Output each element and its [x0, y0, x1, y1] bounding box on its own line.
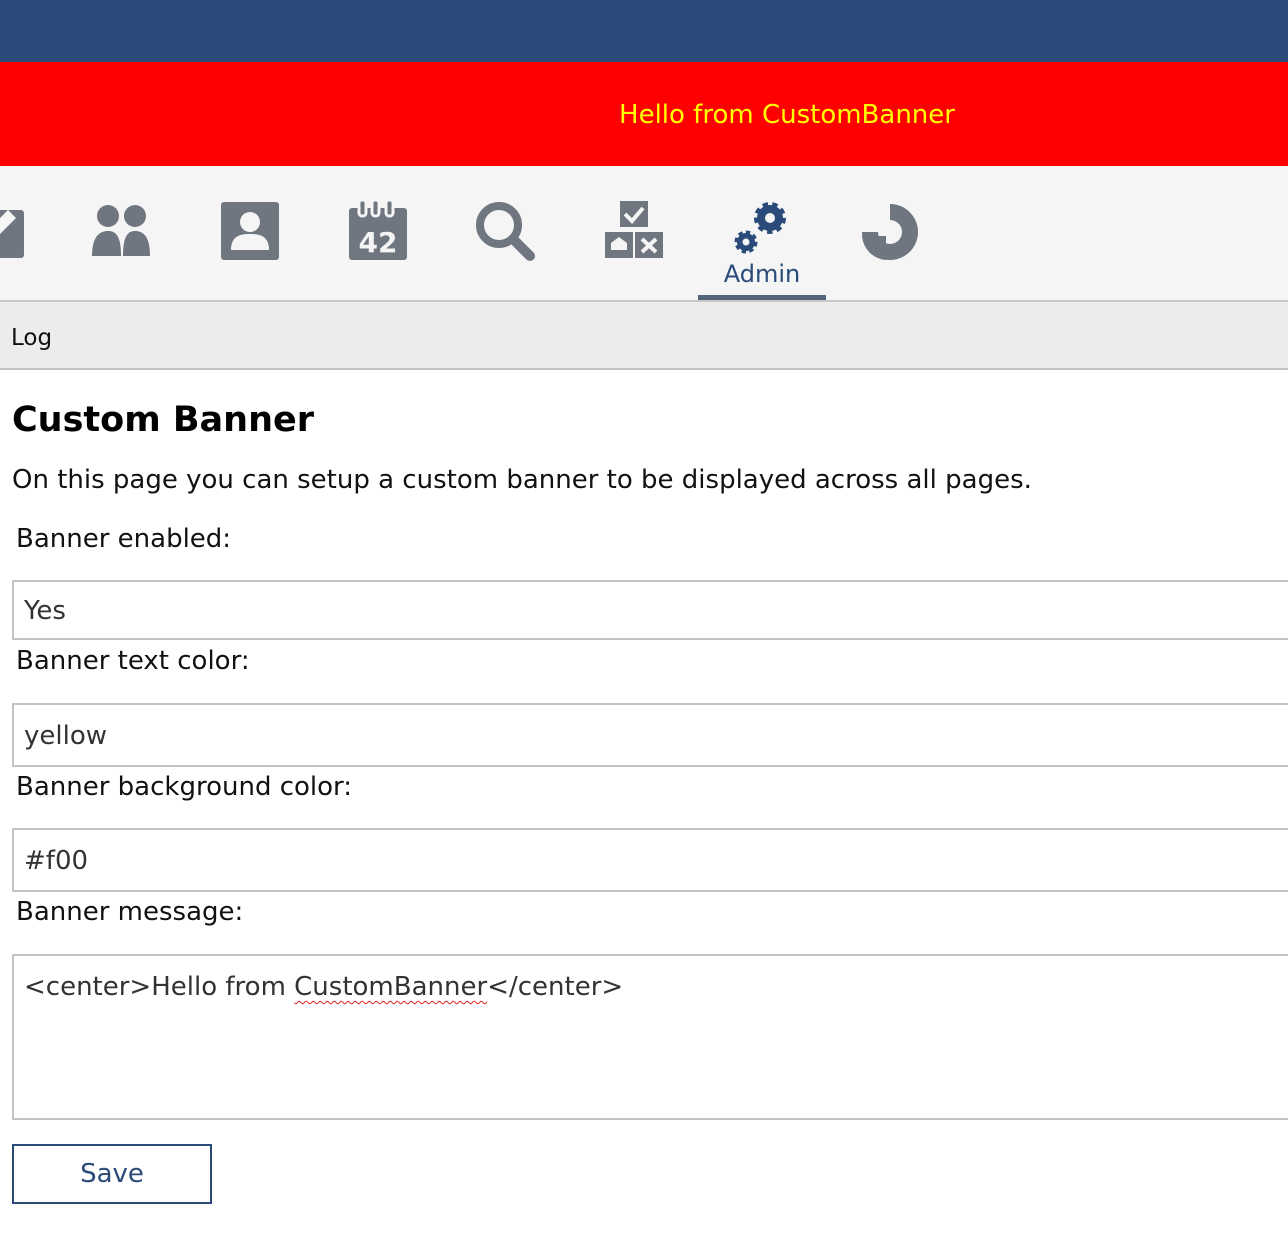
- nav-item-search[interactable]: [442, 166, 570, 300]
- search-icon: [476, 202, 535, 261]
- message-text-end: </center>: [487, 972, 624, 1002]
- custom-banner: Hello from CustomBanner: [0, 62, 1288, 166]
- banner-text-color-label: Banner text color:: [16, 646, 250, 676]
- subnav-item-log[interactable]: Log: [11, 302, 52, 374]
- sub-navigation: Log: [0, 302, 1288, 370]
- save-button[interactable]: Save: [12, 1144, 212, 1204]
- nav-item-users[interactable]: [58, 166, 186, 300]
- nav-item-admin[interactable]: Admin: [698, 166, 826, 300]
- banner-bg-color-label: Banner background color:: [16, 772, 353, 802]
- nav-active-indicator: [698, 295, 826, 300]
- nav-item-tasks[interactable]: [570, 166, 698, 300]
- nav-item-calendar[interactable]: 42: [314, 166, 442, 300]
- svg-text:42: 42: [359, 226, 398, 259]
- nav-label-admin: Admin: [723, 260, 801, 288]
- banner-message-label: Banner message:: [16, 897, 244, 927]
- top-header-bar: [0, 0, 1288, 62]
- edit-icon: [0, 210, 24, 258]
- page-title: Custom Banner: [12, 400, 314, 440]
- banner-text-color-input[interactable]: yellow: [12, 703, 1288, 767]
- misspelled-word: CustomBanner: [294, 972, 488, 1002]
- banner-enabled-label: Banner enabled:: [16, 524, 232, 554]
- banner-message-textarea[interactable]: <center>Hello from CustomBanner</center>: [12, 954, 1288, 1120]
- nav-item-help[interactable]: [826, 166, 954, 300]
- page-description: On this page you can setup a custom bann…: [12, 465, 1032, 495]
- banner-bg-color-input[interactable]: #f00: [12, 828, 1288, 892]
- nav-item-profile[interactable]: [186, 166, 314, 300]
- calendar-42-icon: 42: [349, 200, 407, 260]
- banner-message: Hello from CustomBanner: [619, 100, 955, 130]
- users-icon: [92, 205, 150, 256]
- banner-enabled-select[interactable]: Yes: [12, 580, 1288, 640]
- message-text-start: <center>Hello from: [24, 972, 295, 1002]
- admin-gears-icon: [734, 202, 786, 254]
- main-navigation: 42 Admin: [0, 166, 1288, 302]
- user-icon: [221, 202, 279, 260]
- help-icon: [862, 204, 918, 260]
- tasks-icon: [605, 201, 663, 258]
